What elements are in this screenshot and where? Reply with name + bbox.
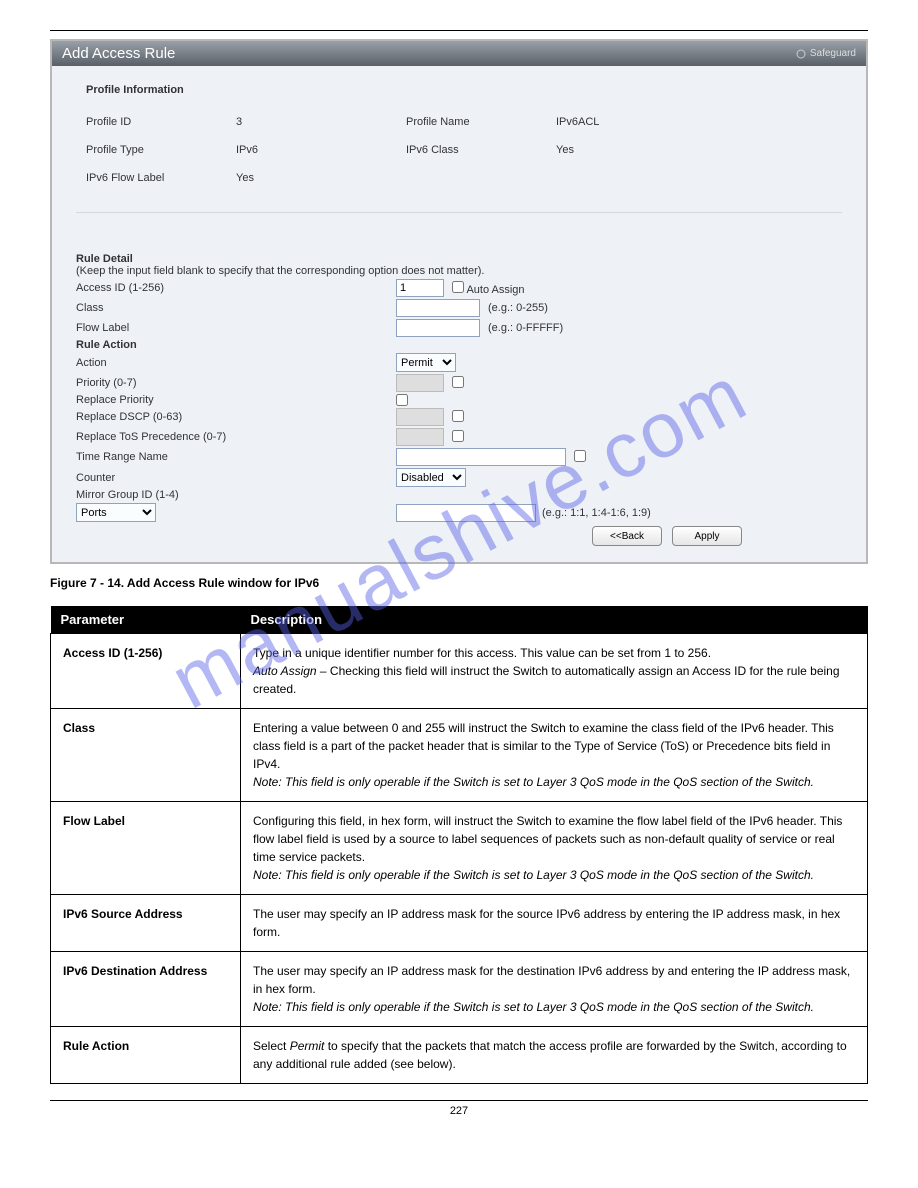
replace-tos-label: Replace ToS Precedence (0-7) — [76, 431, 396, 443]
replace-dscp-input[interactable] — [396, 408, 444, 426]
ipv6-flow-label-label: IPv6 Flow Label — [86, 172, 236, 184]
auto-assign-label: Auto Assign — [466, 284, 524, 296]
class-hint: (e.g.: 0-255) — [488, 302, 548, 314]
desc-cell: Configuring this field, in hex form, wil… — [241, 802, 868, 895]
rule-action-title: Rule Action — [76, 339, 396, 351]
safeguard-badge: Safeguard — [796, 48, 856, 59]
param-cell: Access ID (1-256) — [51, 634, 241, 709]
ipv6-flow-label-value: Yes — [236, 172, 406, 184]
profile-id-value: 3 — [236, 116, 406, 128]
profile-type-label: Profile Type — [86, 144, 236, 156]
apply-button[interactable]: Apply — [672, 526, 742, 546]
desc-cell: Entering a value between 0 and 255 will … — [241, 709, 868, 802]
param-cell: Flow Label — [51, 802, 241, 895]
table-row: Flow LabelConfiguring this field, in hex… — [51, 802, 868, 895]
priority-input[interactable] — [396, 374, 444, 392]
back-button[interactable]: <<Back — [592, 526, 662, 546]
priority-label: Priority (0-7) — [76, 377, 396, 389]
table-header-param: Parameter — [51, 606, 241, 634]
time-range-label: Time Range Name — [76, 451, 396, 463]
profile-info-title: Profile Information — [86, 84, 832, 96]
table-row: Rule ActionSelect Permit to specify that… — [51, 1027, 868, 1084]
page-number: 227 — [50, 1105, 868, 1117]
action-label: Action — [76, 357, 396, 369]
rule-detail-section: Rule Detail (Keep the input field blank … — [76, 253, 842, 546]
table-row: ClassEntering a value between 0 and 255 … — [51, 709, 868, 802]
mirror-group-label: Mirror Group ID (1-4) — [76, 489, 396, 501]
profile-type-value: IPv6 — [236, 144, 406, 156]
ports-select[interactable]: Ports — [76, 503, 156, 522]
panel-title-text: Add Access Rule — [62, 45, 175, 62]
priority-checkbox[interactable] — [452, 376, 464, 388]
table-header-desc: Description — [241, 606, 868, 634]
param-cell: Class — [51, 709, 241, 802]
profile-name-value: IPv6ACL — [556, 116, 706, 128]
access-id-input[interactable] — [396, 279, 444, 297]
replace-priority-label: Replace Priority — [76, 394, 396, 406]
ports-input[interactable] — [396, 504, 536, 522]
rule-detail-hint: (Keep the input field blank to specify t… — [76, 265, 842, 277]
flow-label-label: Flow Label — [76, 322, 396, 334]
figure-caption: Figure 7 - 14. Add Access Rule window fo… — [50, 576, 868, 590]
flow-label-input[interactable] — [396, 319, 480, 337]
time-range-input[interactable] — [396, 448, 566, 466]
profile-name-label: Profile Name — [406, 116, 556, 128]
desc-cell: Select Permit to specify that the packet… — [241, 1027, 868, 1084]
replace-dscp-checkbox[interactable] — [452, 410, 464, 422]
flow-label-hint: (e.g.: 0-FFFFF) — [488, 322, 563, 334]
bottom-border — [50, 1100, 868, 1101]
rule-detail-title: Rule Detail — [76, 253, 842, 265]
parameter-description-table: Parameter Description Access ID (1-256)T… — [50, 606, 868, 1084]
param-cell: IPv6 Destination Address — [51, 952, 241, 1027]
desc-cell: Type in a unique identifier number for t… — [241, 634, 868, 709]
counter-select[interactable]: Disabled — [396, 468, 466, 487]
action-select[interactable]: Permit — [396, 353, 456, 372]
top-border — [50, 30, 868, 31]
desc-cell: The user may specify an IP address mask … — [241, 952, 868, 1027]
add-access-rule-panel: Add Access Rule Safeguard Profile Inform… — [50, 39, 868, 564]
param-cell: Rule Action — [51, 1027, 241, 1084]
param-cell: IPv6 Source Address — [51, 895, 241, 952]
class-label: Class — [76, 302, 396, 314]
counter-label: Counter — [76, 472, 396, 484]
panel-titlebar: Add Access Rule Safeguard — [52, 41, 866, 66]
ipv6-class-label: IPv6 Class — [406, 144, 556, 156]
table-row: IPv6 Destination AddressThe user may spe… — [51, 952, 868, 1027]
replace-dscp-label: Replace DSCP (0-63) — [76, 411, 396, 423]
table-row: IPv6 Source AddressThe user may specify … — [51, 895, 868, 952]
replace-tos-input[interactable] — [396, 428, 444, 446]
class-input[interactable] — [396, 299, 480, 317]
profile-information-section: Profile Information Profile ID 3 Profile… — [76, 84, 842, 213]
ipv6-class-value: Yes — [556, 144, 706, 156]
table-row: Access ID (1-256)Type in a unique identi… — [51, 634, 868, 709]
replace-tos-checkbox[interactable] — [452, 430, 464, 442]
auto-assign-checkbox[interactable] — [452, 281, 464, 293]
profile-id-label: Profile ID — [86, 116, 236, 128]
ports-hint: (e.g.: 1:1, 1:4-1:6, 1:9) — [542, 507, 651, 519]
safeguard-icon — [796, 49, 806, 59]
access-id-label: Access ID (1-256) — [76, 282, 396, 294]
replace-priority-checkbox[interactable] — [396, 394, 408, 406]
time-range-checkbox[interactable] — [574, 450, 586, 462]
desc-cell: The user may specify an IP address mask … — [241, 895, 868, 952]
